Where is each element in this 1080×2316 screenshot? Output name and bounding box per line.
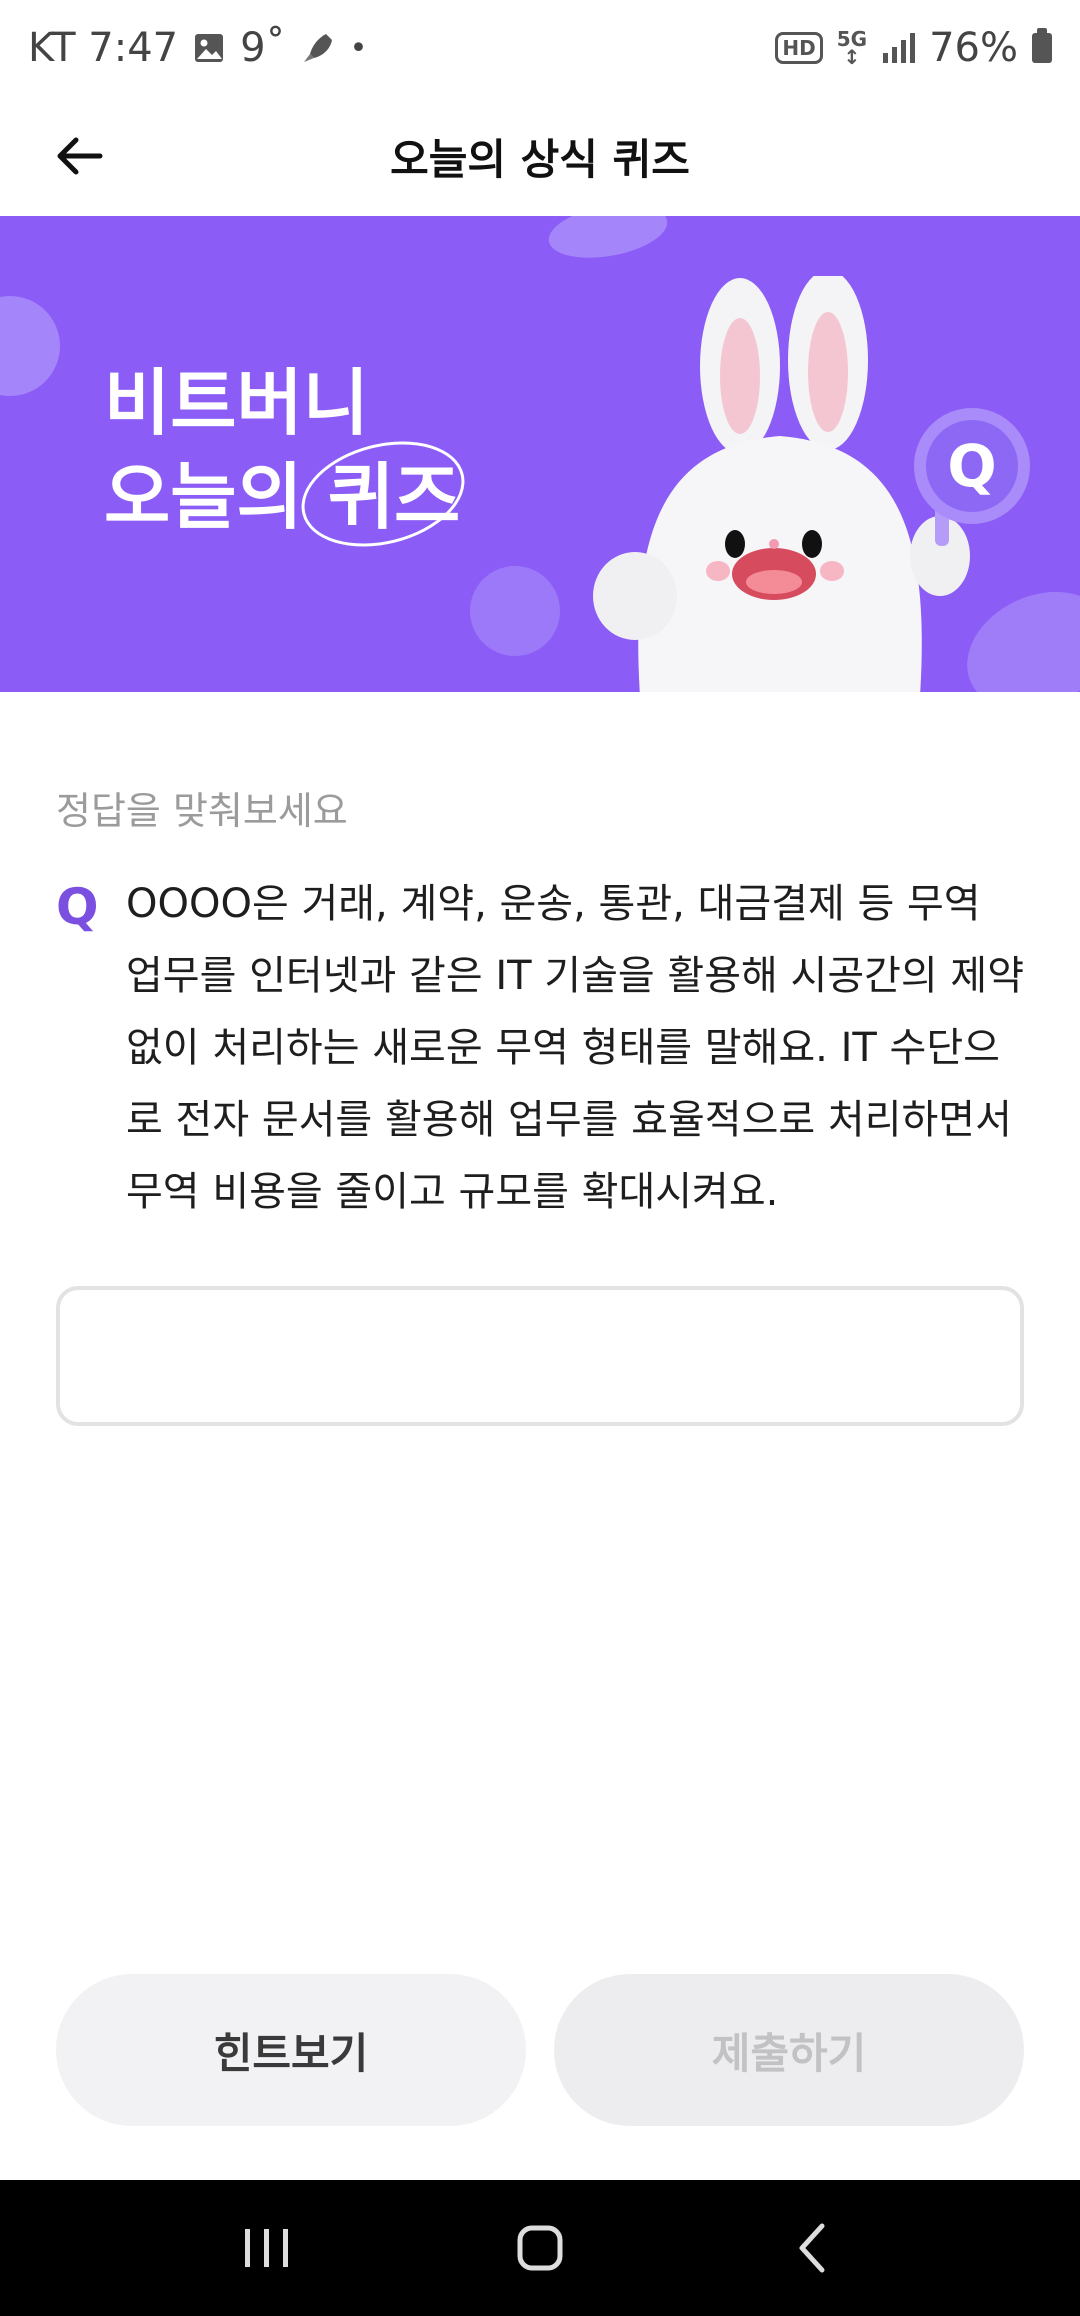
quiz-banner: 비트버니 오늘의 퀴즈 Q [0,216,1080,692]
carrier-time: KT 7:47 [28,25,179,71]
recent-apps-button[interactable] [207,2188,327,2308]
app-bar: 오늘의 상식 퀴즈 [0,96,1080,216]
hint-button[interactable]: 힌트보기 [56,1974,526,2126]
banner-line1: 비트버니 [104,361,369,445]
signal-icon [881,33,916,63]
hd-voice-icon: HD [775,32,823,64]
question-text: OOOO은 거래, 계약, 운송, 통관, 대금결제 등 무역 업무를 인터넷과… [126,881,1025,1215]
network-5g-icon: 5G ↕ [836,27,868,69]
coin-decoration [544,216,672,267]
gallery-icon [192,31,226,65]
bunny-mascot-illustration: Q [593,276,1030,692]
battery-icon [1032,28,1052,63]
status-right: HD 5G ↕ 76% [775,25,1052,71]
page-title: 오늘의 상식 퀴즈 [390,134,690,184]
status-left: KT 7:47 9˚ • [28,25,367,71]
submit-button[interactable]: 제출하기 [554,1974,1024,2126]
back-button[interactable] [40,116,120,196]
arrow-left-icon [57,137,103,175]
system-nav-bar [0,2180,1080,2316]
battery-percent: 76% [929,25,1018,71]
question-label-icon: Q [56,878,99,936]
coin-decoration [0,296,60,396]
banner-line2-prefix: 오늘의 [104,455,303,539]
instruction-text: 정답을 맞춰보세요 [56,789,348,833]
home-button[interactable] [480,2188,600,2308]
coin-decoration [470,566,560,656]
recent-apps-icon [244,2229,288,2267]
network-label: 5G [836,27,868,51]
home-icon [517,2225,563,2271]
status-bar: KT 7:47 9˚ • HD 5G ↕ 76% [0,0,1080,96]
answer-input[interactable] [56,1286,1024,1426]
temperature: 9˚ [240,25,286,71]
notification-dot: • [349,30,368,66]
system-back-button[interactable] [753,2188,873,2308]
chevron-left-icon [799,2223,825,2273]
rocket-icon [300,30,336,66]
q-sign-icon: Q [947,432,996,500]
